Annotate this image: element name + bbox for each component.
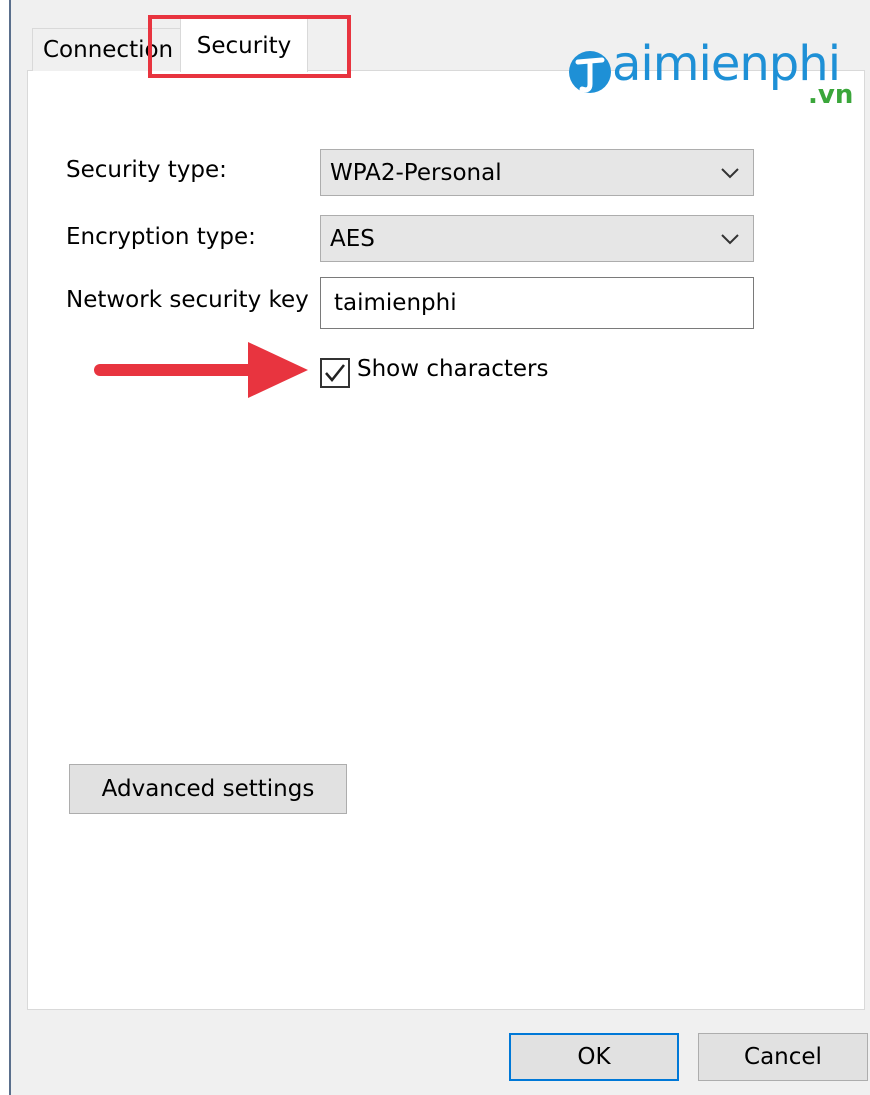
ok-button[interactable]: OK	[509, 1033, 679, 1081]
tab-security[interactable]: Security	[180, 18, 308, 72]
security-type-value: WPA2-Personal	[330, 159, 502, 186]
network-key-label: Network security key	[66, 287, 309, 313]
ok-label: OK	[577, 1044, 611, 1070]
logo-suffix: .vn	[808, 80, 854, 110]
security-type-select[interactable]: WPA2-Personal	[320, 149, 754, 196]
encryption-type-select[interactable]: AES	[320, 215, 754, 262]
chevron-down-icon	[721, 168, 739, 179]
tab-connection[interactable]: Connection	[32, 28, 192, 71]
logo-emblem-icon	[569, 51, 611, 93]
cancel-label: Cancel	[744, 1044, 822, 1070]
network-key-value: taimienphi	[334, 290, 457, 316]
network-key-input[interactable]: taimienphi	[320, 277, 754, 329]
show-characters-checkbox[interactable]	[320, 358, 350, 388]
tab-panel-security	[27, 70, 865, 1010]
taimienphi-logo: aimienphi .vn	[568, 36, 858, 116]
advanced-settings-label: Advanced settings	[101, 776, 315, 802]
logo-text: aimienphi	[612, 36, 841, 92]
cancel-button[interactable]: Cancel	[698, 1033, 868, 1081]
encryption-type-value: AES	[330, 225, 375, 252]
tab-connection-label: Connection	[43, 37, 174, 63]
security-type-label: Security type:	[66, 157, 227, 183]
chevron-down-icon	[721, 234, 739, 245]
tab-security-label: Security	[196, 32, 292, 59]
window-border	[9, 0, 11, 1095]
checkmark-icon	[325, 364, 345, 382]
advanced-settings-button[interactable]: Advanced settings	[69, 764, 347, 814]
arrow-right-icon	[94, 342, 308, 398]
show-characters-label[interactable]: Show characters	[357, 356, 549, 382]
encryption-type-label: Encryption type:	[66, 224, 256, 250]
